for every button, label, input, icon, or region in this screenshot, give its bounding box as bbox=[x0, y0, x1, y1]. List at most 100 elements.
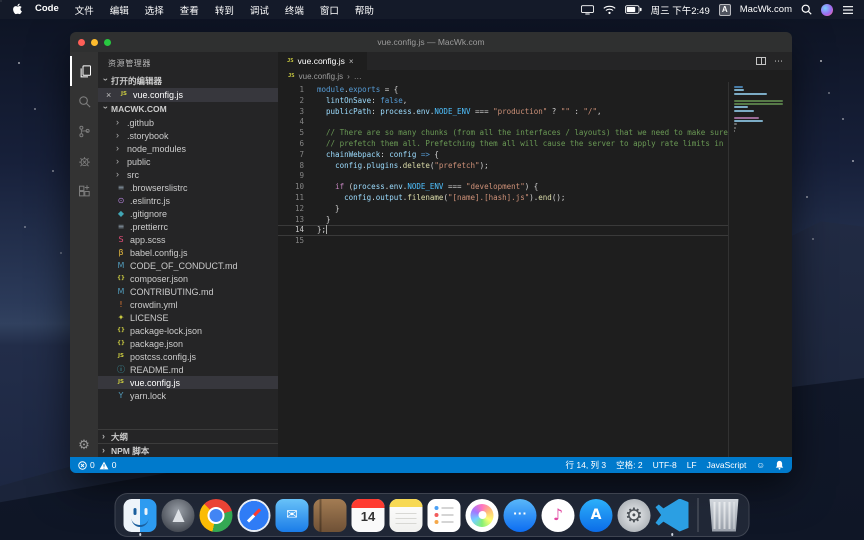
dock-icon-contacts[interactable] bbox=[314, 499, 347, 532]
close-icon[interactable]: × bbox=[106, 90, 115, 100]
menu-item-3[interactable]: 选择 bbox=[137, 3, 172, 17]
manage-gear-icon[interactable]: ⚙ bbox=[70, 438, 98, 453]
encoding[interactable]: UTF-8 bbox=[653, 460, 677, 470]
dock-icon-calendar[interactable]: 14 bbox=[352, 499, 385, 532]
menu-item-2[interactable]: 编辑 bbox=[102, 3, 137, 17]
feedback-smiley-icon[interactable]: ☺ bbox=[756, 460, 765, 470]
section-大纲[interactable]: ›大纲 bbox=[98, 429, 278, 443]
menu-item-5[interactable]: 转到 bbox=[207, 3, 242, 17]
indentation[interactable]: 空格: 2 bbox=[616, 459, 642, 471]
file-name: babel.config.js bbox=[130, 248, 188, 258]
menu-item-1[interactable]: 文件 bbox=[67, 3, 102, 17]
problems-errors[interactable]: 0 bbox=[78, 460, 95, 470]
tree-file-yarn.lock[interactable]: Yyarn.lock bbox=[98, 389, 278, 402]
tree-file-package.json[interactable]: {}package.json bbox=[98, 337, 278, 350]
menubar-brand[interactable]: MacWk.com bbox=[740, 4, 792, 15]
dock-icon-sysprefs[interactable]: ⚙ bbox=[618, 499, 651, 532]
input-method-icon[interactable]: A bbox=[719, 4, 731, 16]
breadcrumb-separator: › bbox=[347, 72, 350, 81]
tree-file-composer.json[interactable]: {}composer.json bbox=[98, 272, 278, 285]
menu-item-7[interactable]: 终端 bbox=[277, 3, 312, 17]
menubar-clock[interactable]: 周三 下午2:49 bbox=[651, 3, 710, 17]
explorer-icon[interactable] bbox=[70, 56, 98, 86]
tree-file-.eslintrc.js[interactable]: ⊙.eslintrc.js bbox=[98, 194, 278, 207]
dock-icon-finder[interactable] bbox=[124, 499, 157, 532]
dock-icon-reminders[interactable] bbox=[428, 499, 461, 532]
cursor-position[interactable]: 行 14, 列 3 bbox=[566, 459, 607, 471]
line-number: 11 bbox=[278, 193, 304, 204]
siri-icon[interactable] bbox=[821, 4, 833, 16]
debug-icon[interactable] bbox=[70, 146, 98, 176]
tree-file-CONTRIBUTING.md[interactable]: MCONTRIBUTING.md bbox=[98, 285, 278, 298]
problems-warnings[interactable]: 0 bbox=[99, 460, 117, 470]
dock-icon-vscode[interactable] bbox=[656, 499, 689, 532]
tree-file-crowdin.yml[interactable]: !crowdin.yml bbox=[98, 298, 278, 311]
notifications-bell-icon[interactable] bbox=[775, 460, 784, 470]
menu-item-4[interactable]: 查看 bbox=[172, 3, 207, 17]
breadcrumb-file[interactable]: vue.config.js bbox=[299, 72, 343, 81]
extensions-icon[interactable] bbox=[70, 176, 98, 206]
open-editor-item[interactable]: × JS vue.config.js bbox=[98, 88, 278, 102]
tree-file-package-lock.json[interactable]: {}package-lock.json bbox=[98, 324, 278, 337]
dock-icon-appstore[interactable]: A bbox=[580, 499, 613, 532]
open-editors-label: 打开的编辑器 bbox=[111, 75, 162, 87]
source-control-icon[interactable] bbox=[70, 116, 98, 146]
readme-file-icon: ⓘ bbox=[116, 366, 126, 374]
spotlight-search-icon[interactable] bbox=[801, 4, 812, 15]
tree-file-vue.config.js[interactable]: JSvue.config.js bbox=[98, 376, 278, 389]
folder-name: public bbox=[127, 157, 151, 167]
menu-item-6[interactable]: 调试 bbox=[242, 3, 277, 17]
tree-file-.gitignore[interactable]: ◆.gitignore bbox=[98, 207, 278, 220]
window-titlebar[interactable]: vue.config.js — MacWk.com bbox=[70, 32, 792, 52]
battery-menu-icon[interactable] bbox=[625, 5, 642, 14]
dock-icon-notes[interactable] bbox=[390, 499, 423, 532]
dock-icon-safari[interactable] bbox=[238, 499, 271, 532]
open-editor-file-name: vue.config.js bbox=[133, 90, 183, 100]
search-icon[interactable] bbox=[70, 86, 98, 116]
language-mode[interactable]: JavaScript bbox=[707, 460, 747, 470]
tree-file-.prettierrc[interactable]: ≡.prettierrc bbox=[98, 220, 278, 233]
tab-vue-config[interactable]: JS vue.config.js × bbox=[278, 52, 367, 70]
code-editor[interactable]: 1module.exports = {2 lintOnSave: false,3… bbox=[278, 82, 792, 457]
dock-icon-launchpad[interactable] bbox=[162, 499, 195, 532]
section-NPM 脚本[interactable]: ›NPM 脚本 bbox=[98, 443, 278, 457]
breadcrumb-more[interactable]: … bbox=[354, 72, 362, 81]
more-actions-icon[interactable]: ⋯ bbox=[774, 56, 784, 67]
dock-icon-itunes[interactable]: ♪ bbox=[542, 499, 575, 532]
dock-icon-messages[interactable]: ··· bbox=[504, 499, 537, 532]
tree-file-babel.config.js[interactable]: βbabel.config.js bbox=[98, 246, 278, 259]
notification-center-icon[interactable] bbox=[842, 5, 854, 15]
open-editors-section[interactable]: › 打开的编辑器 bbox=[98, 74, 278, 88]
status-bar: 0 0 行 14, 列 3 空格: 2 UTF-8 LF JavaScript … bbox=[70, 457, 792, 473]
tree-file-CODE_OF_CONDUCT.md[interactable]: MCODE_OF_CONDUCT.md bbox=[98, 259, 278, 272]
split-editor-icon[interactable] bbox=[756, 57, 766, 65]
tree-file-README.md[interactable]: ⓘREADME.md bbox=[98, 363, 278, 376]
apple-menu-icon[interactable] bbox=[12, 3, 23, 16]
tree-file-.browserslistrc[interactable]: ≡.browserslistrc bbox=[98, 181, 278, 194]
tree-folder-node_modules[interactable]: ›node_modules bbox=[98, 142, 278, 155]
dock-icon-photos[interactable] bbox=[466, 499, 499, 532]
dock-icon-trash[interactable] bbox=[708, 499, 741, 532]
text-cursor bbox=[326, 225, 327, 234]
code-line-3: 3 publicPath: process.env.NODE_ENV === "… bbox=[278, 107, 792, 118]
eol-sequence[interactable]: LF bbox=[687, 460, 697, 470]
menu-item-app[interactable]: Code bbox=[27, 3, 67, 17]
close-tab-icon[interactable]: × bbox=[349, 57, 358, 66]
tree-file-postcss.config.js[interactable]: JSpostcss.config.js bbox=[98, 350, 278, 363]
file-name: postcss.config.js bbox=[130, 352, 196, 362]
dock-icon-mail[interactable]: ✉ bbox=[276, 499, 309, 532]
tree-folder-.github[interactable]: ›.github bbox=[98, 116, 278, 129]
breadcrumb[interactable]: JS vue.config.js › … bbox=[278, 70, 792, 82]
menu-item-9[interactable]: 帮助 bbox=[347, 3, 382, 17]
wifi-menu-icon[interactable] bbox=[603, 5, 616, 15]
tree-folder-.storybook[interactable]: ›.storybook bbox=[98, 129, 278, 142]
tree-folder-public[interactable]: ›public bbox=[98, 155, 278, 168]
display-menu-icon[interactable] bbox=[581, 5, 594, 15]
tree-file-app.scss[interactable]: Sapp.scss bbox=[98, 233, 278, 246]
dock-icon-chrome[interactable] bbox=[200, 499, 233, 532]
minimap[interactable] bbox=[728, 82, 792, 457]
menu-item-8[interactable]: 窗口 bbox=[312, 3, 347, 17]
tree-file-LICENSE[interactable]: ✦LICENSE bbox=[98, 311, 278, 324]
project-root-section[interactable]: › MACWK.COM bbox=[98, 102, 278, 116]
tree-folder-src[interactable]: ›src bbox=[98, 168, 278, 181]
